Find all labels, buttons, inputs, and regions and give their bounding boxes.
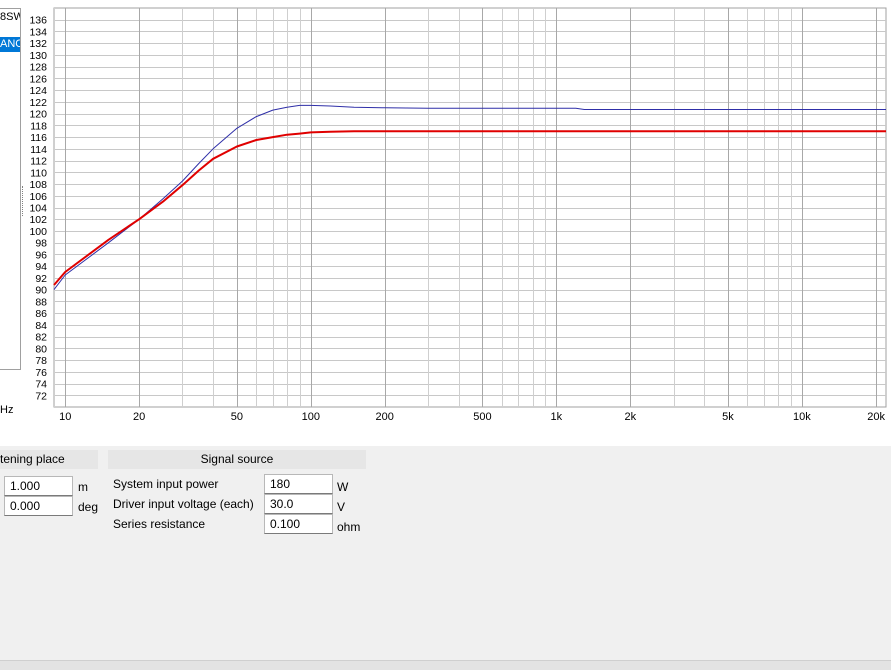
y-tick-label: 130 (29, 50, 47, 62)
y-tick-label: 80 (35, 343, 47, 355)
y-tick-label: 74 (35, 379, 47, 391)
x-tick-label: 100 (302, 411, 320, 423)
x-tick-label: 10k (793, 411, 811, 423)
y-tick-label: 100 (29, 226, 47, 238)
signal-source-header: Signal source (108, 450, 366, 469)
y-tick-label: 96 (35, 249, 47, 261)
x-tick-label: 20k (867, 411, 885, 423)
settings-panel: tening place 1.000 m 0.000 deg Signal so… (0, 446, 891, 660)
y-tick-label: 134 (29, 26, 47, 38)
angle-input[interactable]: 0.000 (4, 496, 73, 516)
y-tick-label: 102 (29, 214, 47, 226)
y-tick-label: 106 (29, 191, 47, 203)
angle-unit: deg (78, 500, 99, 514)
x-tick-label: 20 (133, 411, 145, 423)
y-tick-label: 116 (30, 132, 47, 144)
x-tick-labels: 10 20 50 100 200 500 1k 2k 5k 10k 20k (59, 411, 885, 423)
y-tick-label: 132 (29, 38, 47, 50)
driver-voltage-label: Driver input voltage (each) (113, 497, 254, 511)
y-tick-label: 88 (35, 296, 47, 308)
y-tick-label: 76 (35, 367, 47, 379)
series-resistance-input[interactable]: 0.100 (264, 514, 333, 534)
y-tick-label: 78 (35, 355, 47, 367)
y-tick-label: 86 (35, 308, 47, 320)
listening-place-header: tening place (0, 450, 98, 469)
y-tick-label: 94 (35, 261, 47, 273)
chart-grid (53, 7, 887, 408)
distance-input[interactable]: 1.000 (4, 476, 73, 496)
x-tick-label: 10 (59, 411, 71, 423)
system-input-power-unit: W (337, 480, 349, 494)
y-tick-label: 98 (35, 238, 47, 250)
x-tick-label: 2k (624, 411, 636, 423)
series-resistance-unit: ohm (337, 520, 361, 534)
x-tick-label: 5k (722, 411, 734, 423)
y-tick-labels: 7274767880828486889092949698100102104106… (29, 15, 47, 403)
y-tick-label: 120 (29, 109, 47, 121)
y-tick-label: 72 (35, 390, 47, 402)
y-tick-label: 122 (29, 97, 47, 109)
y-tick-label: 82 (35, 332, 47, 344)
driver-voltage-unit: V (337, 500, 346, 514)
y-tick-label: 110 (30, 167, 47, 179)
y-tick-label: 136 (29, 15, 47, 27)
y-tick-label: 90 (35, 285, 47, 297)
spl-chart: 7274767880828486889092949698100102104106… (29, 7, 887, 423)
x-tick-label: 200 (376, 411, 394, 423)
y-tick-label: 126 (29, 73, 47, 85)
y-tick-label: 92 (35, 273, 47, 285)
distance-unit: m (78, 480, 88, 494)
series-resistance-label: Series resistance (113, 517, 206, 531)
system-input-power-input[interactable]: 180 (264, 474, 333, 494)
y-tick-label: 118 (30, 120, 47, 132)
x-tick-label: 1k (551, 411, 563, 423)
driver-voltage-input[interactable]: 30.0 (264, 494, 333, 514)
y-tick-label: 84 (35, 320, 47, 332)
y-tick-label: 112 (30, 156, 47, 168)
x-tick-label: 50 (231, 411, 243, 423)
system-input-power-label: System input power (113, 477, 219, 491)
y-tick-label: 104 (29, 203, 47, 215)
y-tick-label: 124 (29, 85, 47, 97)
x-tick-label: 500 (473, 411, 491, 423)
y-tick-label: 114 (30, 144, 47, 156)
y-tick-label: 128 (29, 62, 47, 74)
y-tick-label: 108 (29, 179, 47, 191)
